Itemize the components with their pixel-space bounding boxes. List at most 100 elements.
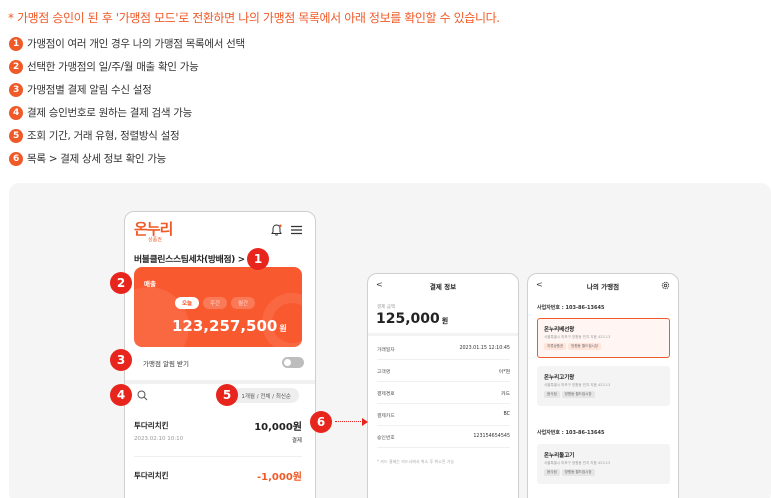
step-item: 4 결제 승인번호로 원하는 결제 검색 가능 xyxy=(9,101,245,124)
step-item: 1 가맹점이 여러 개인 경우 나의 가맹점 목록에서 선택 xyxy=(9,32,245,55)
row-divider xyxy=(377,381,510,382)
store-selector[interactable]: 버블클린스스팀세차(방배점) > xyxy=(134,252,245,265)
transaction-store: 투다리치킨 xyxy=(134,471,169,480)
detail-value: 이*현 xyxy=(498,370,510,375)
store-tags: 지류상품권 망원동 월드컵시장 xyxy=(544,343,603,350)
store-tags: 음식점 망원동 월드컵시장 xyxy=(544,469,597,476)
row-divider xyxy=(134,456,302,457)
detail-header: < 결제 정보 xyxy=(368,274,518,294)
detail-key: 고객명 xyxy=(377,370,391,375)
section-divider xyxy=(368,333,518,336)
store-name: 온누리고기왕 xyxy=(544,375,575,381)
sales-label: 매출 xyxy=(144,280,156,288)
my-stores-screen: < 나의 가맹점 사업자번호 : 103-86-13645 온누리베선왕 서울특… xyxy=(527,273,679,498)
step-text: 가맹점별 결제 알림 수신 설정 xyxy=(27,84,152,96)
marker-2: 2 xyxy=(110,272,132,294)
detail-value: BC xyxy=(503,412,510,417)
store-tag: 음식점 xyxy=(544,391,560,398)
store-tag: 음식점 xyxy=(544,469,560,476)
search-icon[interactable] xyxy=(137,390,148,401)
detail-key: 거래일자 xyxy=(377,348,395,353)
step-number: 2 xyxy=(9,59,23,74)
gear-icon[interactable] xyxy=(661,281,670,290)
sales-card: 매출 오늘 주간 월간 123,257,500 원 xyxy=(134,267,302,347)
detail-value: 카드 xyxy=(501,392,510,397)
step-text: 조회 기간, 거래 유형, 정렬방식 설정 xyxy=(27,130,180,142)
marker-4: 4 xyxy=(110,384,132,406)
detail-value: 2023.01.15 12:10:45 xyxy=(459,346,510,351)
store-name: 온누리돌고기 xyxy=(544,453,575,459)
marker-6: 6 xyxy=(310,411,332,433)
period-tabs: 오늘 주간 월간 xyxy=(175,297,259,309)
store-name: 온누리베선왕 xyxy=(544,327,575,333)
menu-icon[interactable] xyxy=(291,225,302,235)
marker-1: 1 xyxy=(247,248,269,270)
transaction-amount: 10,000원 xyxy=(254,422,302,433)
transaction-amount: -1,000원 xyxy=(257,472,302,483)
store-tags: 음식점 망원동 월드컵시장 xyxy=(544,391,597,398)
step-number: 1 xyxy=(9,36,23,51)
tab-today[interactable]: 오늘 xyxy=(175,297,199,309)
step-number: 5 xyxy=(9,128,23,143)
payment-amount-unit: 원 xyxy=(441,317,449,325)
stores-title: 나의 가맹점 xyxy=(586,283,620,291)
business-number: 사업자번호 : 103-86-13645 xyxy=(537,430,605,436)
screens-panel: 온누리 상품권 버블클린스스팀세차(방배점) > 매출 오늘 주간 월간 123… xyxy=(9,183,771,498)
detail-key: 결제카드 xyxy=(377,414,395,419)
store-tag: 망원동 월드컵시장 xyxy=(561,469,595,476)
store-card-selected[interactable]: 온누리베선왕 서울특별시 마포구 망원동 빈지 지음 423-13 지류상품권 … xyxy=(537,318,670,358)
arrow-head-icon xyxy=(362,418,368,426)
step-item: 5 조회 기간, 거래 유형, 정렬방식 설정 xyxy=(9,124,245,147)
store-card[interactable]: 온누리고기왕 서울특별시 마포구 망원동 빈지 지음 423-13 음식점 망원… xyxy=(537,366,670,406)
row-divider xyxy=(377,447,510,448)
detail-title: 결제 정보 xyxy=(429,283,457,291)
sales-amount-unit: 원 xyxy=(279,324,287,333)
section-divider xyxy=(125,380,315,384)
step-text: 목록 > 결제 상세 정보 확인 가능 xyxy=(27,153,167,165)
step-number: 6 xyxy=(9,151,23,166)
bell-icon[interactable] xyxy=(271,224,282,236)
step-text: 가맹점이 여러 개인 경우 나의 가맹점 목록에서 선택 xyxy=(27,38,245,50)
store-address: 서울특별시 마포구 망원동 빈지 지음 423-13 xyxy=(544,461,611,465)
amount-label: 결제 금액 xyxy=(377,305,395,310)
transaction-store: 투다리치킨 xyxy=(134,421,169,430)
store-address: 서울특별시 마포구 망원동 빈지 지음 423-13 xyxy=(544,383,611,387)
alarm-setting-row: 가맹점 알림 받기 xyxy=(134,356,304,370)
store-address: 서울특별시 마포구 망원동 빈지 지음 423-13 xyxy=(544,335,611,339)
logo-text: 온누리 xyxy=(134,220,173,238)
step-item: 2 선택한 가맹점의 일/주/월 매출 확인 가능 xyxy=(9,55,245,78)
store-tag: 망원동 월드컵시장 xyxy=(568,343,601,350)
tab-weekly[interactable]: 주간 xyxy=(203,297,227,309)
payment-detail-screen: < 결제 정보 결제 금액 125,000 원 거래일자 2023.01.15 12… xyxy=(367,273,519,498)
transaction-date: 2023.02.10 10:10 xyxy=(134,436,184,442)
step-number: 4 xyxy=(9,105,23,120)
intro-text: * 가맹점 승인이 된 후 '가맹점 모드'로 전환하면 나의 가맹점 목록에서… xyxy=(8,11,500,25)
marker-3: 3 xyxy=(110,349,132,371)
sales-amount-value: 123,257,500 xyxy=(172,317,278,335)
payment-amount-value: 125,000 xyxy=(376,311,440,327)
alarm-toggle[interactable] xyxy=(282,357,304,368)
merchant-home-screen: 온누리 상품권 버블클린스스팀세차(방배점) > 매출 오늘 주간 월간 123… xyxy=(124,211,316,498)
step-list: 1 가맹점이 여러 개인 경우 나의 가맹점 목록에서 선택 2 선택한 가맹점의 … xyxy=(9,32,245,170)
sales-amount: 123,257,500 원 xyxy=(172,317,287,335)
marker-5: 5 xyxy=(216,384,238,406)
alarm-label: 가맹점 알림 받기 xyxy=(143,360,189,368)
tab-monthly[interactable]: 월간 xyxy=(231,297,255,309)
onnuri-logo: 온누리 상품권 xyxy=(134,221,174,245)
detail-value: 123154654545 xyxy=(473,434,510,439)
row-divider xyxy=(377,359,510,360)
payment-amount: 125,000 원 xyxy=(376,311,448,327)
row-divider xyxy=(377,425,510,426)
detail-note: * 카드 결제는 카드사에서 취소 후 취소된 가능 xyxy=(377,459,455,464)
stores-header: < 나의 가맹점 xyxy=(528,274,678,294)
store-tag: 지류상품권 xyxy=(544,343,567,350)
detail-key: 승인번호 xyxy=(377,436,395,441)
step-item: 6 목록 > 결제 상세 정보 확인 가능 xyxy=(9,147,245,170)
store-tag: 망원동 월드컵시장 xyxy=(561,391,595,398)
detail-key: 결제경로 xyxy=(377,392,395,397)
store-card[interactable]: 온누리돌고기 서울특별시 마포구 망원동 빈지 지음 423-13 음식점 망원… xyxy=(537,444,670,484)
business-number: 사업자번호 : 103-86-13645 xyxy=(537,305,605,311)
step-text: 선택한 가맹점의 일/주/월 매출 확인 가능 xyxy=(27,61,199,73)
step-number: 3 xyxy=(9,82,23,97)
row-divider xyxy=(377,403,510,404)
